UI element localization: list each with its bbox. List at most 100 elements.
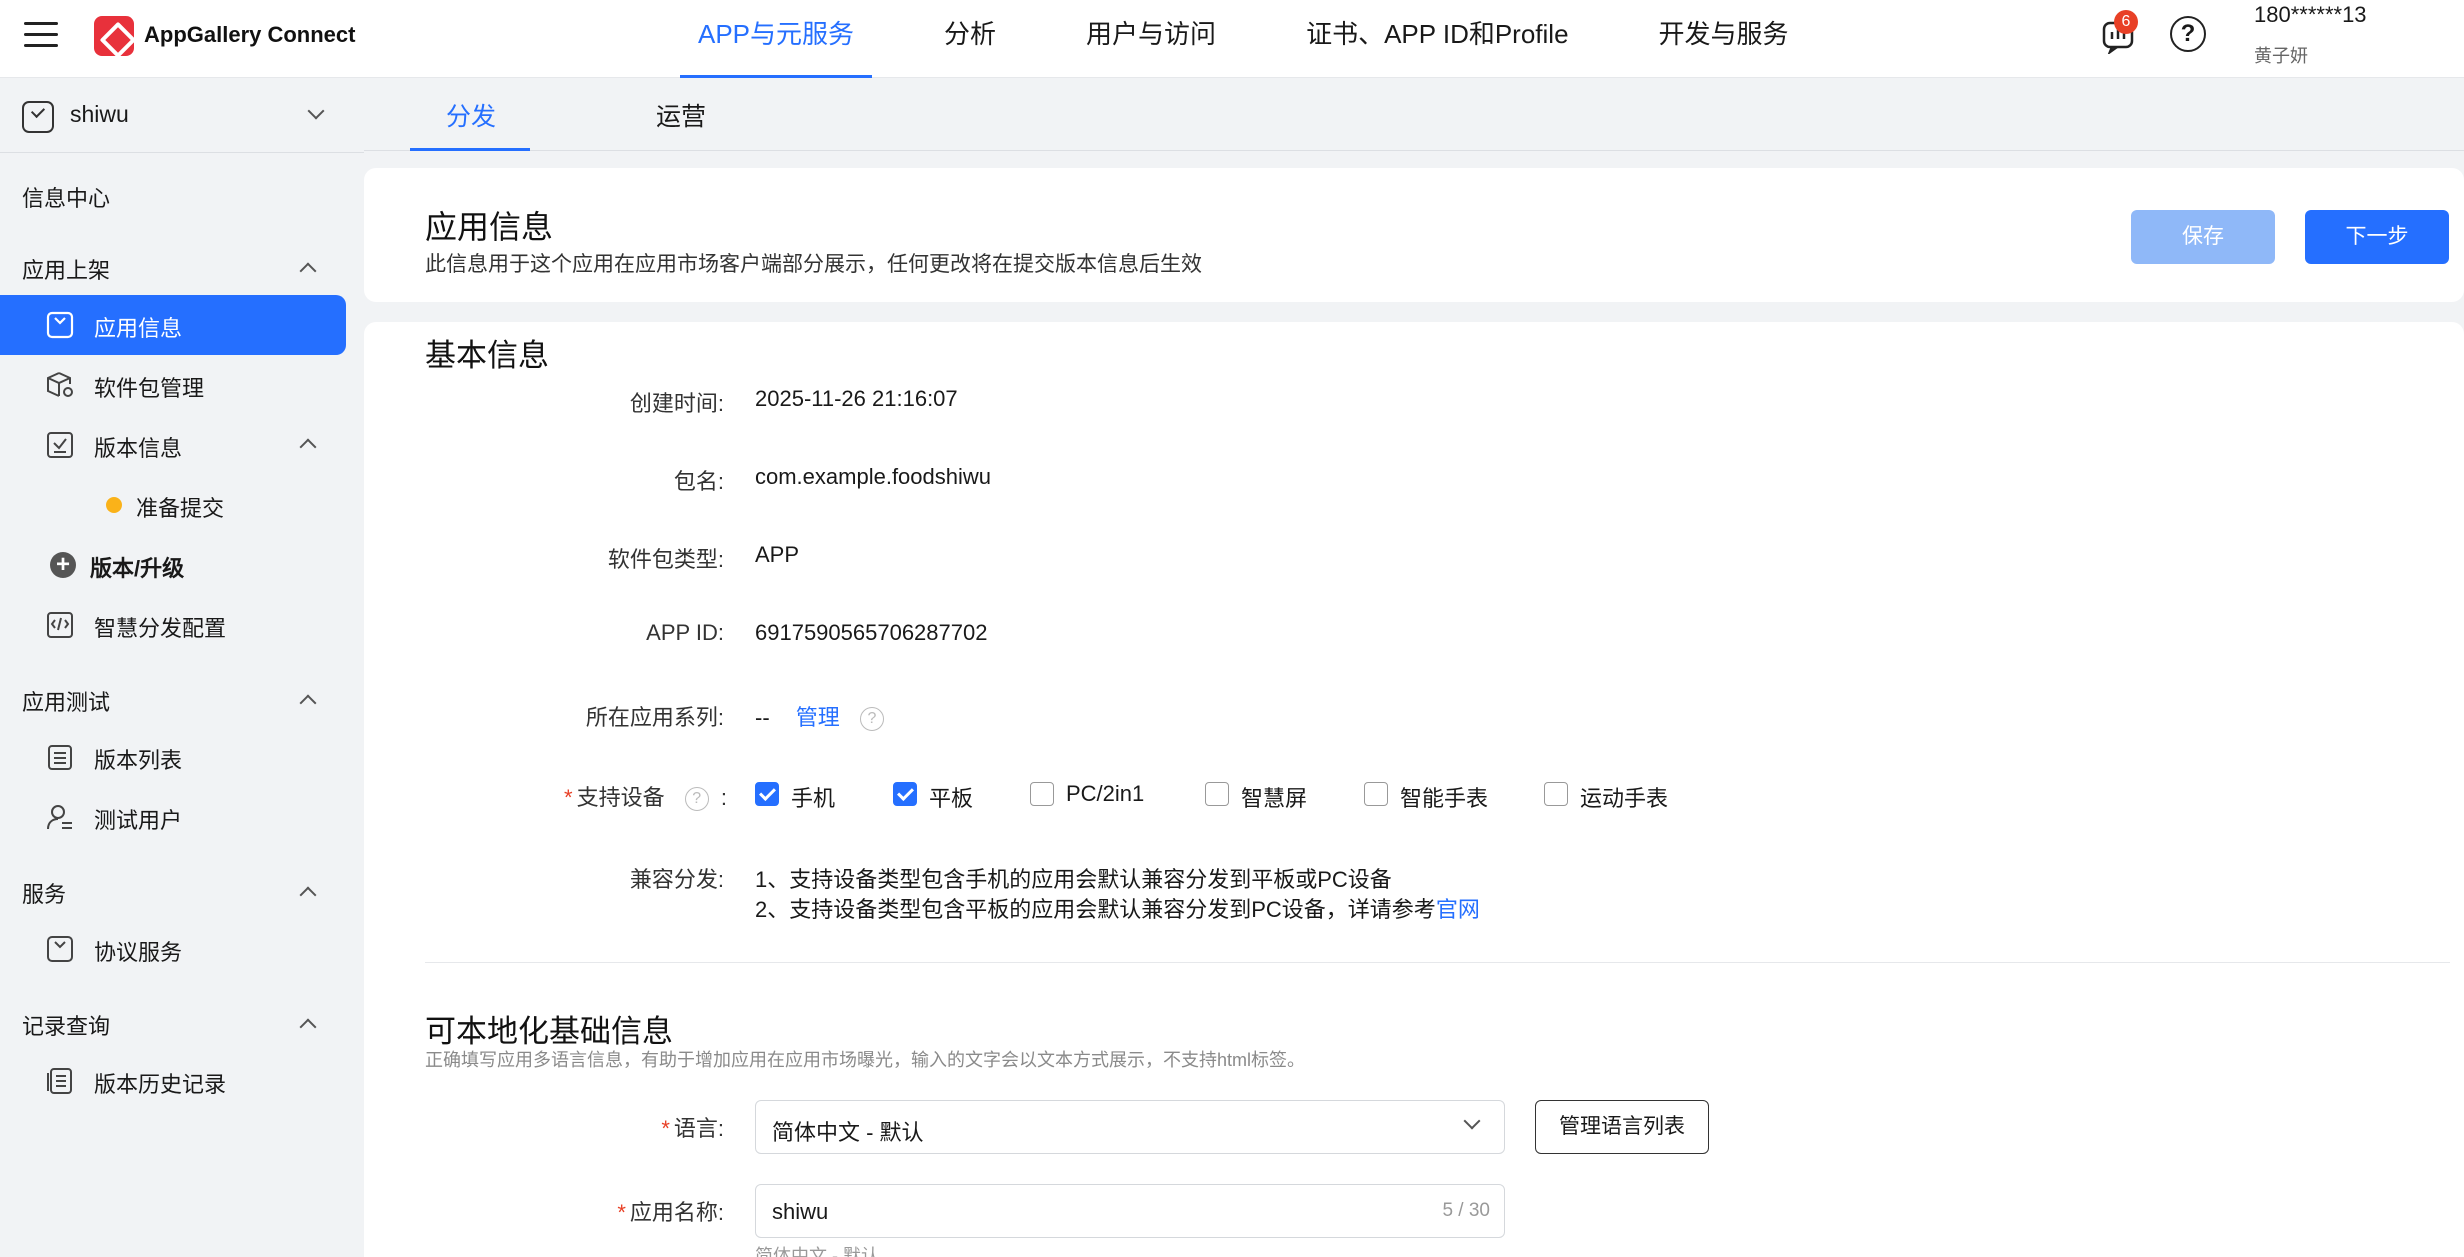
help-circle-icon[interactable]: ? <box>684 787 709 812</box>
app-name-lang-hint: 简体中文 - 默认 <box>755 1246 879 1257</box>
language-select-value: 简体中文 - 默认 <box>772 1120 924 1145</box>
help-icon[interactable]: ? <box>2170 16 2206 52</box>
language-label-text: 语言: <box>673 1116 724 1141</box>
sidebar-item-label: 准备提交 <box>136 496 225 521</box>
checkbox-checked-icon[interactable] <box>755 782 779 806</box>
active-tab-indicator <box>410 148 530 151</box>
sidebar-item-version-upgrade[interactable]: + 版本/升级 <box>0 535 346 595</box>
section-hint-localized: 正确填写应用多语言信息，有助于增加应用在应用市场曝光，输入的文字会以文本方式展示… <box>425 1050 1305 1070</box>
app-selector[interactable]: shiwu <box>0 79 364 153</box>
page-subtitle: 此信息用于这个应用在应用市场客户端部分展示，任何更改将在提交版本信息后生效 <box>425 253 1202 276</box>
user-name: 黄子妍 <box>2254 46 2308 66</box>
sidebar-item-label: 应用信息 <box>94 316 183 341</box>
history-list-icon <box>47 1068 72 1094</box>
sidebar-item-label: 版本历史记录 <box>94 1072 227 1097</box>
user-settings-icon <box>47 805 72 830</box>
package-type-value: APP <box>755 542 800 567</box>
menu-icon[interactable] <box>24 22 58 50</box>
app-name-label: * 应用名称: <box>364 1195 724 1227</box>
checkbox-unchecked-icon[interactable] <box>1030 782 1054 806</box>
char-counter: 5 / 30 <box>1442 1200 1490 1221</box>
app-name-label-text: 应用名称: <box>629 1200 724 1225</box>
app-id-value: 6917590565706287702 <box>755 620 988 645</box>
list-icon <box>48 745 72 770</box>
required-mark: * <box>564 785 573 810</box>
sidebar-info-center[interactable]: 信息中心 <box>22 181 110 213</box>
language-label: * 语言: <box>364 1111 724 1143</box>
compat-line-1: 1、支持设备类型包含手机的应用会默认兼容分发到平板或PC设备 <box>755 867 1392 892</box>
sidebar-group-records[interactable]: 记录查询 <box>22 1009 110 1041</box>
sidebar-item-label: 测试用户 <box>94 808 183 833</box>
sidebar-group-listing[interactable]: 应用上架 <box>22 253 110 285</box>
created-time-value: 2025-11-26 21:16:07 <box>755 386 958 411</box>
checkbox-unchecked-icon[interactable] <box>1364 782 1388 806</box>
nav-app-services[interactable]: APP与元服务 <box>680 0 873 78</box>
agreement-icon <box>47 936 73 962</box>
checkbox-checked-icon[interactable] <box>893 782 917 806</box>
page-title: 应用信息 <box>425 209 554 245</box>
tab-distribution[interactable]: 分发 <box>446 97 496 133</box>
sidebar-item-package[interactable]: 软件包管理 <box>0 355 346 415</box>
app-series-label: 所在应用系列: <box>585 705 724 730</box>
sidebar-item-agreement[interactable]: 协议服务 <box>0 919 346 979</box>
brand-name: AppGallery Connect <box>144 22 356 47</box>
checkbox-unchecked-icon[interactable] <box>1205 782 1229 806</box>
section-divider <box>425 962 2450 963</box>
sidebar-item-test-users[interactable]: 测试用户 <box>0 787 346 847</box>
nav-users-access[interactable]: 用户与访问 <box>1068 0 1234 78</box>
sidebar-item-history[interactable]: 版本历史记录 <box>0 1051 346 1111</box>
user-phone[interactable]: 180******13 <box>2254 2 2367 28</box>
chevron-down-icon <box>1463 1112 1481 1130</box>
support-devices-text: 支持设备 <box>576 785 665 810</box>
sidebar: shiwu 信息中心 应用上架 应用信息 软件包管理 版本信息 准备提交 + 版… <box>0 79 364 1257</box>
package-type-label: 软件包类型: <box>607 547 724 572</box>
device-label: 智慧屏 <box>1241 786 1308 811</box>
nav-certificates[interactable]: 证书、APP ID和Profile <box>1288 0 1586 78</box>
sidebar-item-label: 软件包管理 <box>94 376 205 401</box>
sidebar-item-ready-submit[interactable]: 准备提交 <box>0 475 346 535</box>
save-button[interactable]: 保存 <box>2131 210 2275 264</box>
manage-series-link[interactable]: 管理 <box>796 705 840 730</box>
device-label: 平板 <box>929 786 974 811</box>
support-devices-label: * 支持设备 ? : <box>564 785 727 812</box>
sidebar-item-label: 版本/升级 <box>90 556 185 581</box>
package-gear-icon <box>47 372 73 397</box>
app-name-input-value: shiwu <box>772 1199 829 1224</box>
chevron-up-icon[interactable] <box>299 694 317 712</box>
chevron-up-icon[interactable] <box>299 262 317 280</box>
app-series-value: -- 管理 ? <box>755 700 884 732</box>
sidebar-item-label: 协议服务 <box>94 940 183 965</box>
language-select[interactable]: 简体中文 - 默认 <box>755 1100 1505 1154</box>
appgallery-logo-icon <box>94 16 134 56</box>
help-circle-icon[interactable]: ? <box>859 707 884 732</box>
package-name-label: 包名: <box>673 469 724 494</box>
checkbox-unchecked-icon[interactable] <box>1544 782 1568 806</box>
tab-operations[interactable]: 运营 <box>656 97 706 133</box>
required-mark: * <box>661 1116 670 1141</box>
sidebar-group-testing[interactable]: 应用测试 <box>22 685 110 717</box>
sidebar-item-version-info[interactable]: 版本信息 <box>0 415 346 475</box>
next-step-button[interactable]: 下一步 <box>2305 210 2449 264</box>
status-dot-icon <box>106 497 122 513</box>
package-name-value: com.example.foodshiwu <box>755 464 992 489</box>
compat-distribution-label: 兼容分发: <box>629 867 724 892</box>
sidebar-item-label: 版本列表 <box>94 748 183 773</box>
sidebar-item-smart-distribution[interactable]: 智慧分发配置 <box>0 595 346 655</box>
app-name-input[interactable]: shiwu 5 / 30 <box>755 1184 1505 1238</box>
sidebar-group-service[interactable]: 服务 <box>22 877 66 909</box>
chevron-up-icon[interactable] <box>299 438 317 456</box>
app-id-label: APP ID: <box>646 620 724 645</box>
sidebar-item-version-list[interactable]: 版本列表 <box>0 727 346 787</box>
manage-language-list-button[interactable]: 管理语言列表 <box>1535 1100 1709 1154</box>
chevron-up-icon[interactable] <box>299 886 317 904</box>
chevron-up-icon[interactable] <box>299 1018 317 1036</box>
nav-analytics[interactable]: 分析 <box>926 0 1014 78</box>
app-name: shiwu <box>70 101 129 127</box>
nav-dev-services[interactable]: 开发与服务 <box>1641 0 1807 78</box>
device-label: PC/2in1 <box>1066 781 1145 806</box>
smart-distribution-icon <box>47 612 73 638</box>
app-series-text: -- <box>755 705 770 730</box>
section-title-basic: 基本信息 <box>425 338 549 373</box>
sidebar-item-app-info[interactable]: 应用信息 <box>0 295 346 355</box>
official-site-link[interactable]: 官网 <box>1436 897 1480 922</box>
